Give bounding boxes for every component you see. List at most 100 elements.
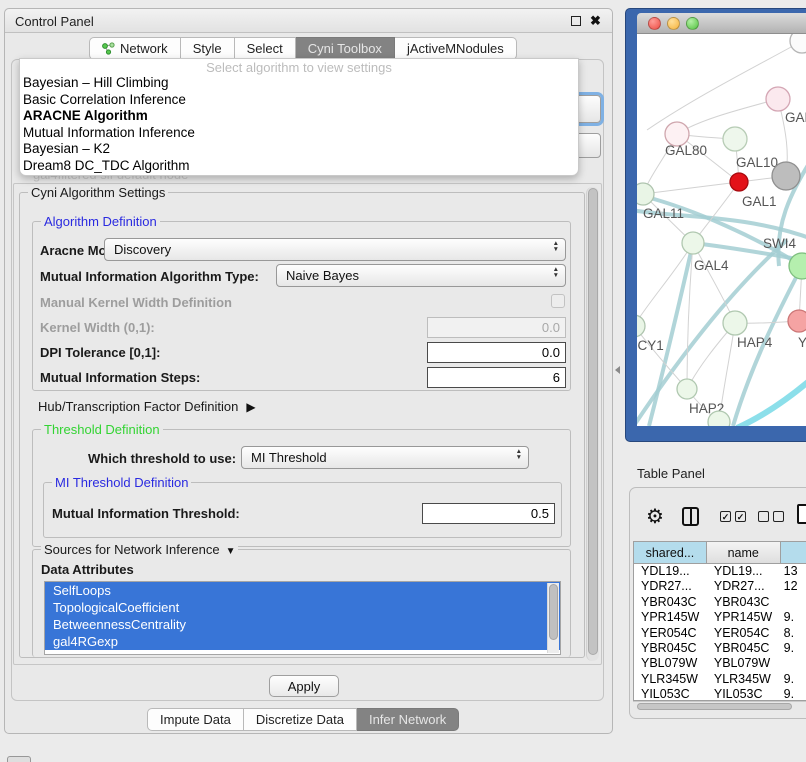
control-panel-titlebar[interactable]: Control Panel ✖ <box>5 9 612 33</box>
mi-steps-input[interactable]: 6 <box>427 367 566 388</box>
attributes-scrollbar[interactable] <box>547 583 559 653</box>
algorithm-option[interactable]: Bayesian – K2 <box>20 141 578 158</box>
algorithm-option[interactable]: Dream8 DC_TDC Algorithm <box>20 158 578 175</box>
tab-impute-data[interactable]: Impute Data <box>147 708 244 731</box>
algorithm-dropdown-items: Bayesian – Hill ClimbingBasic Correlatio… <box>20 75 578 175</box>
mi-algorithm-type-combo[interactable]: Naive Bayes ▲▼ <box>276 264 566 287</box>
table-row[interactable]: YBR045CYBR045C9. <box>634 641 806 656</box>
table-cell: YDL19... <box>634 564 707 579</box>
table-row[interactable]: YDL19...YDL19...13 <box>634 564 806 579</box>
mi-threshold-definition-group: MI Threshold Definition Mutual Informati… <box>43 482 562 538</box>
tab-discretize-data[interactable]: Discretize Data <box>244 708 357 731</box>
threshold-definition-title: Threshold Definition <box>41 422 163 437</box>
aracne-mode-combo[interactable]: Discovery ▲▼ <box>104 238 566 261</box>
control-panel-window: Control Panel ✖ NetworkStyleSelectCyni T… <box>4 8 613 734</box>
hub-definition-toggle[interactable]: Hub/Transcription Factor Definition▶ <box>38 399 256 414</box>
settings-vertical-scrollbar[interactable] <box>586 187 599 661</box>
tab-jactivemnodules[interactable]: jActiveMNodules <box>395 37 517 60</box>
algorithm-option[interactable]: Bayesian – Hill Climbing <box>20 75 578 92</box>
minimize-traffic-light-icon[interactable] <box>667 17 680 30</box>
network-canvas[interactable]: GALGAL80GAL10GAL1GAL11SWI4GAL4GCY1HAP4YH… <box>637 34 806 426</box>
manual-kernel-width-checkbox[interactable] <box>551 294 565 308</box>
aracne-mode-value: Discovery <box>114 242 171 257</box>
node-gal1[interactable] <box>730 173 748 191</box>
document-icon[interactable] <box>797 504 806 524</box>
which-threshold-combo[interactable]: MI Threshold ▲▼ <box>241 446 529 469</box>
apply-button[interactable]: Apply <box>269 675 339 697</box>
network-graph: GALGAL80GAL10GAL1GAL11SWI4GAL4GCY1HAP4YH… <box>637 34 806 426</box>
tab-style[interactable]: Style <box>181 37 235 60</box>
table-settings-gear-icon[interactable]: ⚙ <box>646 504 664 529</box>
algorithm-option[interactable]: Mutual Information Inference <box>20 125 578 142</box>
tab-cyni-toolbox[interactable]: Cyni Toolbox <box>296 37 395 60</box>
float-window-icon[interactable] <box>571 16 581 26</box>
data-attributes-list[interactable]: SelfLoopsTopologicalCoefficientBetweenne… <box>44 581 561 655</box>
attributes-scroll-thumb[interactable] <box>549 584 558 640</box>
sources-group-title[interactable]: Sources for Network Inference▼ <box>41 542 238 557</box>
partial-bottom-left-button[interactable] <box>7 756 31 762</box>
node-hap4-label: HAP4 <box>737 335 773 350</box>
table-row[interactable]: YBR043CYBR043C <box>634 595 806 610</box>
table-hscroll-thumb[interactable] <box>637 703 792 710</box>
table-cell: YBR043C <box>634 595 707 610</box>
node-gal[interactable] <box>766 87 790 111</box>
table-cell: 8. <box>781 626 806 641</box>
select-all-checks-icon[interactable]: ✓ ✓ <box>720 511 746 522</box>
table-column-header[interactable] <box>781 542 806 563</box>
node-gal4[interactable] <box>682 232 704 254</box>
table-row[interactable]: YPR145WYPR145W9. <box>634 610 806 625</box>
table-cell: YPR145W <box>707 610 781 625</box>
mi-steps-label: Mutual Information Steps: <box>40 370 200 385</box>
tab-network[interactable]: Network <box>89 37 181 60</box>
table-row[interactable]: YER054CYER054C8. <box>634 626 806 641</box>
panel-divider-collapse-icon[interactable] <box>615 366 620 374</box>
table-horizontal-scrollbar[interactable] <box>633 701 806 710</box>
table-row[interactable]: YIL053CYIL053C9. <box>634 687 806 701</box>
algorithm-definition-group: Algorithm Definition Aracne Mode: Discov… <box>32 221 571 391</box>
kernel-width-input[interactable]: 0.0 <box>427 317 566 338</box>
mi-threshold-definition-title: MI Threshold Definition <box>52 475 191 490</box>
close-traffic-light-icon[interactable] <box>648 17 661 30</box>
node-gray[interactable] <box>772 162 800 190</box>
close-icon[interactable]: ✖ <box>590 13 601 29</box>
desktop: { "control_panel": { "title": "Control P… <box>0 0 806 762</box>
attribute-list-item[interactable]: TopologicalCoefficient <box>45 599 560 616</box>
node-attribute-table[interactable]: shared...name YDL19...YDL19...13YDR27...… <box>633 541 806 701</box>
tab-select[interactable]: Select <box>235 37 296 60</box>
expand-right-icon: ▶ <box>246 400 255 414</box>
attribute-list-item[interactable]: BetweennessCentrality <box>45 616 560 633</box>
dpi-tolerance-input[interactable]: 0.0 <box>427 342 566 363</box>
algorithm-dropdown-list[interactable]: Select algorithm to view settings Bayesi… <box>19 58 579 176</box>
network-window-titlebar[interactable] <box>637 13 806 34</box>
table-row[interactable]: YLR345WYLR345W9. <box>634 672 806 687</box>
node-gcy1[interactable] <box>637 315 645 337</box>
algorithm-option[interactable]: Basic Correlation Inference <box>20 92 578 109</box>
table-row[interactable]: YBL079WYBL079W <box>634 656 806 671</box>
tab-infer-network[interactable]: Infer Network <box>357 708 459 731</box>
node-unlabeled-top[interactable] <box>790 34 806 53</box>
node-gal4-label: GAL4 <box>694 258 729 273</box>
zoom-traffic-light-icon[interactable] <box>686 17 699 30</box>
node-hap2[interactable] <box>677 379 697 399</box>
node-gal11[interactable] <box>637 183 654 205</box>
column-layout-icon[interactable] <box>682 507 699 526</box>
node-hap4[interactable] <box>723 311 747 335</box>
table-cell: YPR145W <box>634 610 707 625</box>
tab-label: jActiveMNodules <box>407 41 504 56</box>
node-salmon[interactable] <box>788 310 806 332</box>
algorithm-option[interactable]: ARACNE Algorithm <box>20 108 578 125</box>
table-cell: 12 <box>781 579 806 594</box>
mi-threshold-input[interactable]: 0.5 <box>422 503 555 524</box>
attribute-list-item[interactable]: gal4RGexp <box>45 633 560 650</box>
deselect-all-checks-icon[interactable] <box>758 511 784 522</box>
node-gal10[interactable] <box>723 127 747 151</box>
cyni-bottom-tabbar: Impute DataDiscretize DataInfer Network <box>147 708 459 731</box>
table-column-header[interactable]: shared... <box>634 542 707 563</box>
table-row[interactable]: YDR27...YDR27...12 <box>634 579 806 594</box>
settings-scroll-thumb[interactable] <box>588 188 598 655</box>
network-view-window[interactable]: GALGAL80GAL10GAL1GAL11SWI4GAL4GCY1HAP4YH… <box>625 8 806 442</box>
attribute-list-item[interactable]: SelfLoops <box>45 582 560 599</box>
control-panel-tabbar: NetworkStyleSelectCyni Toolbox jActiveMNo… <box>89 37 517 60</box>
node-gal-label: GAL <box>785 110 806 125</box>
table-column-header[interactable]: name <box>707 542 781 563</box>
